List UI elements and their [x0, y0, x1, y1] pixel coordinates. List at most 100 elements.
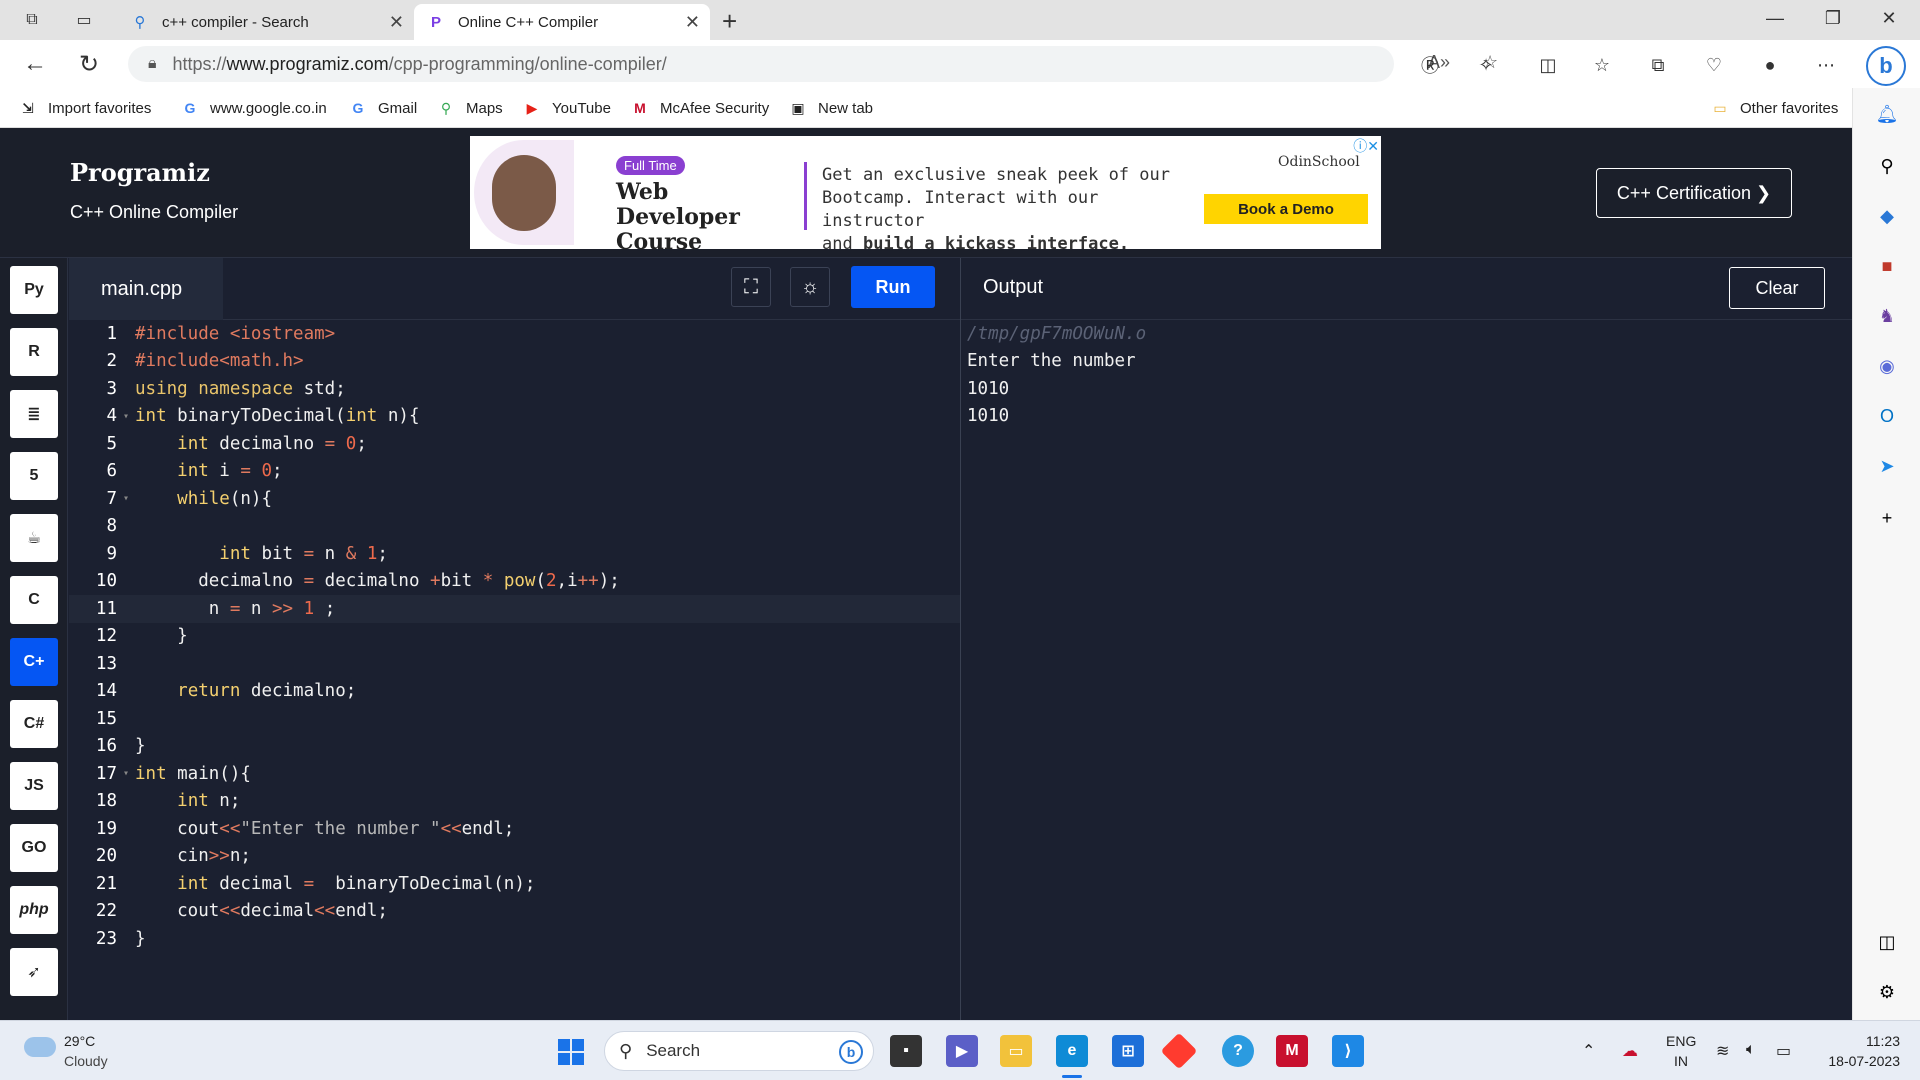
- fav-gmail[interactable]: G Gmail: [348, 96, 418, 120]
- go-language-icon[interactable]: GO: [10, 824, 58, 872]
- weather-temperature[interactable]: 29°C: [64, 1033, 95, 1049]
- collections-icon[interactable]: ⧉: [1644, 52, 1672, 78]
- url-field[interactable]: 🔒︎ https://www.programiz.com/cpp-program…: [128, 46, 1498, 82]
- swift-icon[interactable]: ➶: [10, 948, 58, 996]
- clock-date[interactable]: 18-07-2023: [1810, 1053, 1900, 1069]
- close-tab-icon[interactable]: ✕: [685, 12, 700, 33]
- extensions-icon[interactable]: ✧: [1472, 52, 1500, 78]
- fav-other-favorites[interactable]: ▭ Other favorites: [1710, 96, 1838, 120]
- shopping-tag-icon[interactable]: ◆: [1875, 204, 1899, 228]
- fav-google[interactable]: G www.google.co.in: [180, 96, 327, 120]
- profile-icon[interactable]: ●: [1756, 52, 1784, 78]
- code-editor[interactable]: 1 #include <iostream> 2 #include<math.h> 3…: [69, 320, 960, 1020]
- copilot-icon[interactable]: ◉: [1875, 354, 1899, 378]
- close-window-icon[interactable]: ✕: [1866, 8, 1912, 29]
- split-screen-icon[interactable]: ◫: [1534, 52, 1562, 78]
- games-icon[interactable]: ♞: [1875, 304, 1899, 328]
- browser-tab-compiler[interactable]: P Online C++ Compiler ✕: [414, 4, 710, 40]
- fav-mcafee[interactable]: M McAfee Security: [630, 96, 769, 120]
- ad-banner[interactable]: Full Time Web Developer Course Get an ex…: [470, 136, 1381, 255]
- tab-actions-icon[interactable]: ▭: [72, 8, 96, 32]
- php-icon[interactable]: php: [10, 886, 58, 934]
- code-line: 7 ▾ while(n){: [106, 488, 272, 509]
- chevron-up-icon[interactable]: ⌃: [1582, 1041, 1595, 1061]
- cpp-language-icon[interactable]: C+: [10, 638, 58, 686]
- cloud-icon[interactable]: [24, 1037, 56, 1057]
- taskbar-search[interactable]: ⚲ Search b: [604, 1031, 874, 1071]
- fav-import-favorites[interactable]: ⇲ Import favorites: [18, 96, 151, 120]
- bing-copilot-icon[interactable]: b: [1866, 46, 1906, 86]
- clock-time[interactable]: 11:23: [1810, 1033, 1900, 1049]
- vscode-icon[interactable]: ⟩: [1332, 1035, 1364, 1067]
- teams-chat-icon[interactable]: ▶: [946, 1035, 978, 1067]
- search-placeholder: Search: [646, 1041, 701, 1060]
- tools-icon[interactable]: ■: [1875, 254, 1899, 278]
- region-indicator[interactable]: IN: [1666, 1053, 1696, 1069]
- java-icon[interactable]: ☕: [10, 514, 58, 562]
- ad-title: Web Developer Course: [616, 179, 740, 255]
- fav-new-tab[interactable]: ▣ New tab: [788, 96, 873, 120]
- c-language-icon[interactable]: C: [10, 576, 58, 624]
- python-icon[interactable]: Py: [10, 266, 58, 314]
- lock-icon: 🔒︎: [148, 55, 157, 72]
- code-line: 2 #include<math.h>: [106, 351, 304, 372]
- add-icon[interactable]: +: [1875, 506, 1899, 530]
- search-icon[interactable]: ⚲: [1875, 154, 1899, 178]
- fullscreen-icon[interactable]: ⛶: [731, 267, 771, 307]
- theme-toggle-icon[interactable]: ☼: [790, 267, 830, 307]
- favorites-icon[interactable]: ☆: [1588, 52, 1616, 78]
- ad-text-line: Get an exclusive sneak peek of our: [822, 165, 1170, 185]
- extension-r-icon[interactable]: Ⓡ: [1416, 52, 1444, 78]
- bell-icon[interactable]: 🔔︎: [1875, 102, 1899, 126]
- outlook-icon[interactable]: O: [1875, 404, 1899, 428]
- app-diamond-icon[interactable]: [1160, 1032, 1198, 1070]
- back-icon[interactable]: ←: [20, 50, 50, 78]
- fav-youtube[interactable]: ▶ YouTube: [522, 96, 611, 120]
- language-indicator[interactable]: ENG: [1666, 1033, 1696, 1049]
- settings-icon[interactable]: ⚙: [1875, 980, 1899, 1004]
- volume-icon[interactable]: 🔈︎: [1746, 1041, 1756, 1059]
- new-tab-icon[interactable]: +: [722, 6, 737, 37]
- file-tab-main-cpp[interactable]: main.cpp: [69, 258, 223, 320]
- csharp-language-icon[interactable]: C#: [10, 700, 58, 748]
- file-explorer-icon[interactable]: ▭: [1000, 1035, 1032, 1067]
- pane-divider[interactable]: [960, 258, 961, 1020]
- editor-toolbar: main.cpp ⛶ ☼ Run: [69, 258, 960, 320]
- output-toolbar: Output Clear: [961, 258, 1852, 320]
- windows-taskbar: 29°C Cloudy ⚲ Search b ▪ ▶ ▭ e ⊞ ? M ⟩ ⌃…: [0, 1020, 1920, 1080]
- edge-browser-icon[interactable]: e: [1056, 1035, 1088, 1067]
- battery-icon[interactable]: ▭: [1776, 1041, 1791, 1061]
- programiz-logo[interactable]: Programiz: [70, 158, 210, 187]
- mcafee-tray-icon[interactable]: ☁: [1622, 1041, 1638, 1061]
- more-options-icon[interactable]: ⋯: [1812, 52, 1840, 78]
- weather-condition[interactable]: Cloudy: [64, 1053, 108, 1069]
- sidebar-toggle-icon[interactable]: ◫: [1875, 930, 1899, 954]
- help-app-icon[interactable]: ?: [1222, 1035, 1254, 1067]
- microsoft-store-icon[interactable]: ⊞: [1112, 1035, 1144, 1067]
- clear-button[interactable]: Clear: [1729, 267, 1825, 309]
- run-button[interactable]: Run: [851, 266, 935, 308]
- task-view-icon[interactable]: ▪: [890, 1035, 922, 1067]
- book-demo-button[interactable]: Book a Demo: [1204, 194, 1368, 224]
- browser-tab-search[interactable]: ⚲ c++ compiler - Search ✕: [118, 4, 414, 40]
- tab-label: c++ compiler - Search: [162, 13, 309, 31]
- r-language-icon[interactable]: R: [10, 328, 58, 376]
- sql-database-icon[interactable]: ≣: [10, 390, 58, 438]
- mcafee-icon[interactable]: M: [1276, 1035, 1308, 1067]
- send-icon[interactable]: ➤: [1875, 454, 1899, 478]
- workspaces-icon[interactable]: ⧉: [20, 8, 44, 32]
- html5-icon[interactable]: 5: [10, 452, 58, 500]
- javascript-icon[interactable]: JS: [10, 762, 58, 810]
- refresh-icon[interactable]: ↻: [74, 50, 104, 79]
- fav-label: New tab: [818, 99, 874, 117]
- maximize-icon[interactable]: ❐: [1810, 8, 1856, 29]
- output-console[interactable]: /tmp/gpF7mOOWuN.o Enter the number 1010 …: [967, 320, 1146, 430]
- fav-maps[interactable]: ⚲ Maps: [436, 96, 503, 120]
- browser-essentials-icon[interactable]: ♡: [1700, 52, 1728, 78]
- wifi-icon[interactable]: ≋: [1716, 1041, 1729, 1061]
- minimize-icon[interactable]: —: [1752, 8, 1798, 29]
- close-tab-icon[interactable]: ✕: [389, 12, 404, 33]
- windows-start-icon[interactable]: [558, 1039, 584, 1065]
- ad-close-icon[interactable]: ⓘ✕: [1353, 136, 1379, 156]
- certification-button[interactable]: C++ Certification ❯: [1596, 168, 1792, 218]
